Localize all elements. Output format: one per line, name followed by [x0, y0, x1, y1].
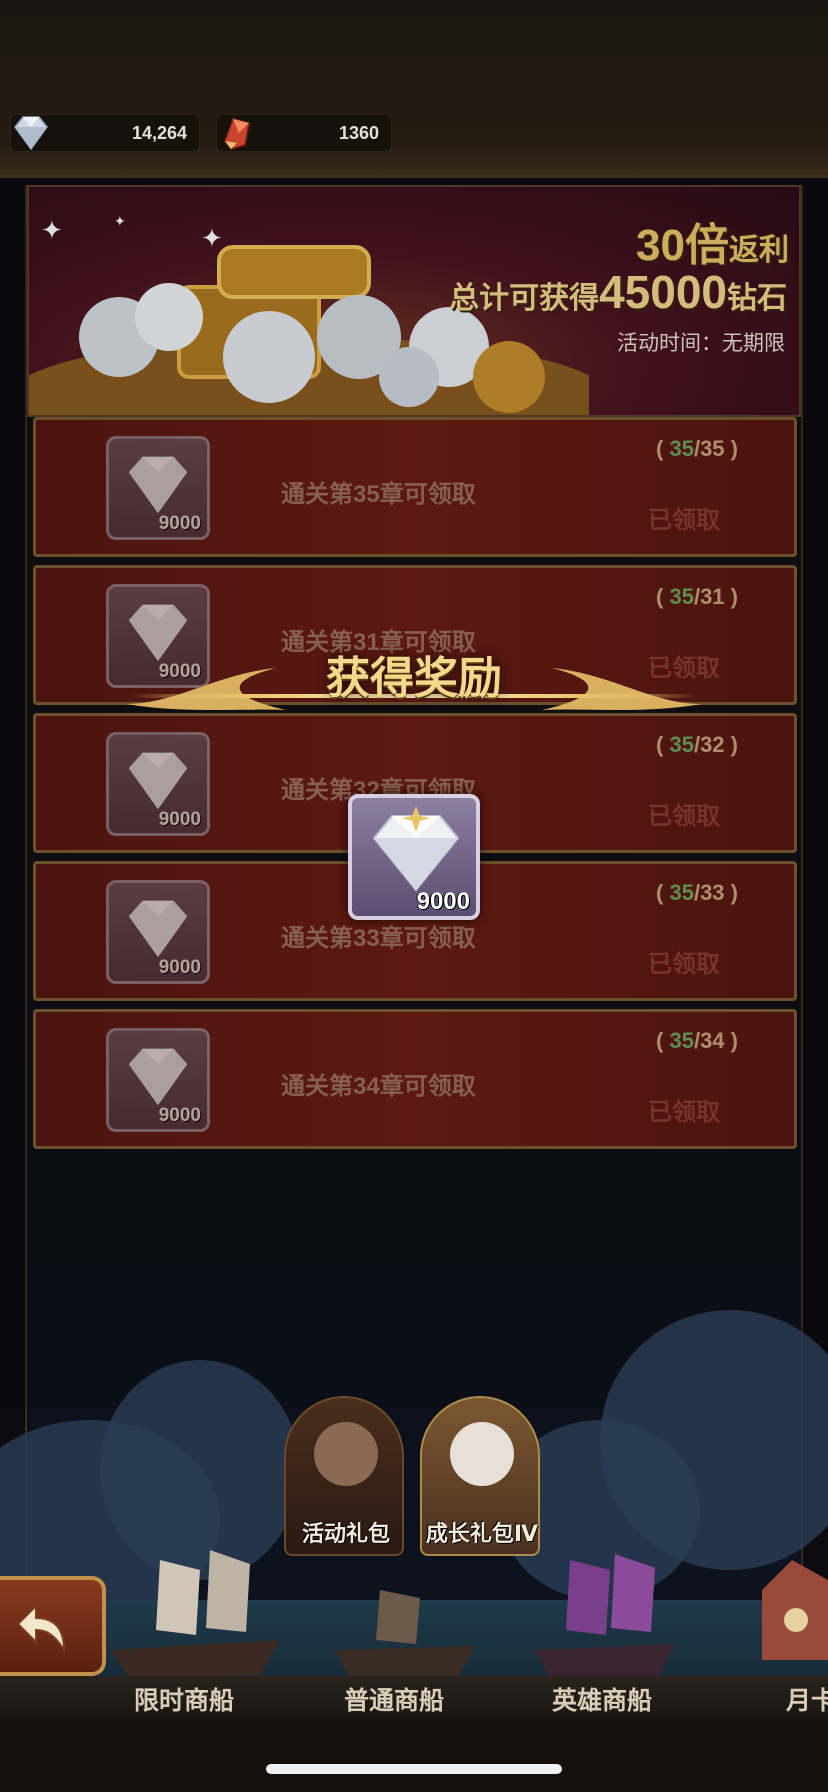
monthly-ship-icon[interactable]	[752, 1540, 828, 1670]
reward-item[interactable]: 9000	[348, 794, 480, 920]
tab-normal-ship[interactable]: 普通商船	[344, 1681, 444, 1717]
character-portrait	[450, 1422, 514, 1486]
home-indicator[interactable]	[266, 1764, 562, 1774]
character-portrait	[314, 1422, 378, 1486]
back-arrow-icon	[16, 1603, 66, 1654]
crystal-count: 1360	[338, 123, 379, 143]
diamond-counter[interactable]: 14,264	[10, 114, 200, 152]
tab-limited-ship[interactable]: 限时商船	[134, 1681, 234, 1717]
hero-ship-icon[interactable]	[530, 1540, 680, 1680]
growth-pack-button[interactable]: 成长礼包Ⅳ	[420, 1396, 540, 1556]
tab-monthly-card[interactable]: 月卡	[786, 1681, 828, 1717]
diamond-count: 14,264	[131, 123, 187, 143]
popup-title: 获得奖励	[326, 653, 502, 704]
reward-amount: 9000	[416, 888, 470, 915]
crystal-counter[interactable]: 1360	[216, 114, 392, 152]
red-crystal-icon	[224, 118, 250, 150]
tab-hero-ship[interactable]: 英雄商船	[552, 1681, 652, 1717]
top-bar: 14,264 1360	[0, 0, 828, 178]
reward-popup-header: 获得奖励	[0, 638, 828, 718]
diamond-icon	[372, 806, 460, 892]
normal-ship-icon[interactable]	[330, 1560, 480, 1680]
event-pack-button[interactable]: 活动礼包	[284, 1396, 404, 1556]
limited-ship-icon[interactable]	[100, 1540, 290, 1680]
back-button[interactable]	[0, 1576, 106, 1676]
diamond-icon	[14, 116, 48, 151]
popup-overlay[interactable]	[0, 178, 828, 1408]
